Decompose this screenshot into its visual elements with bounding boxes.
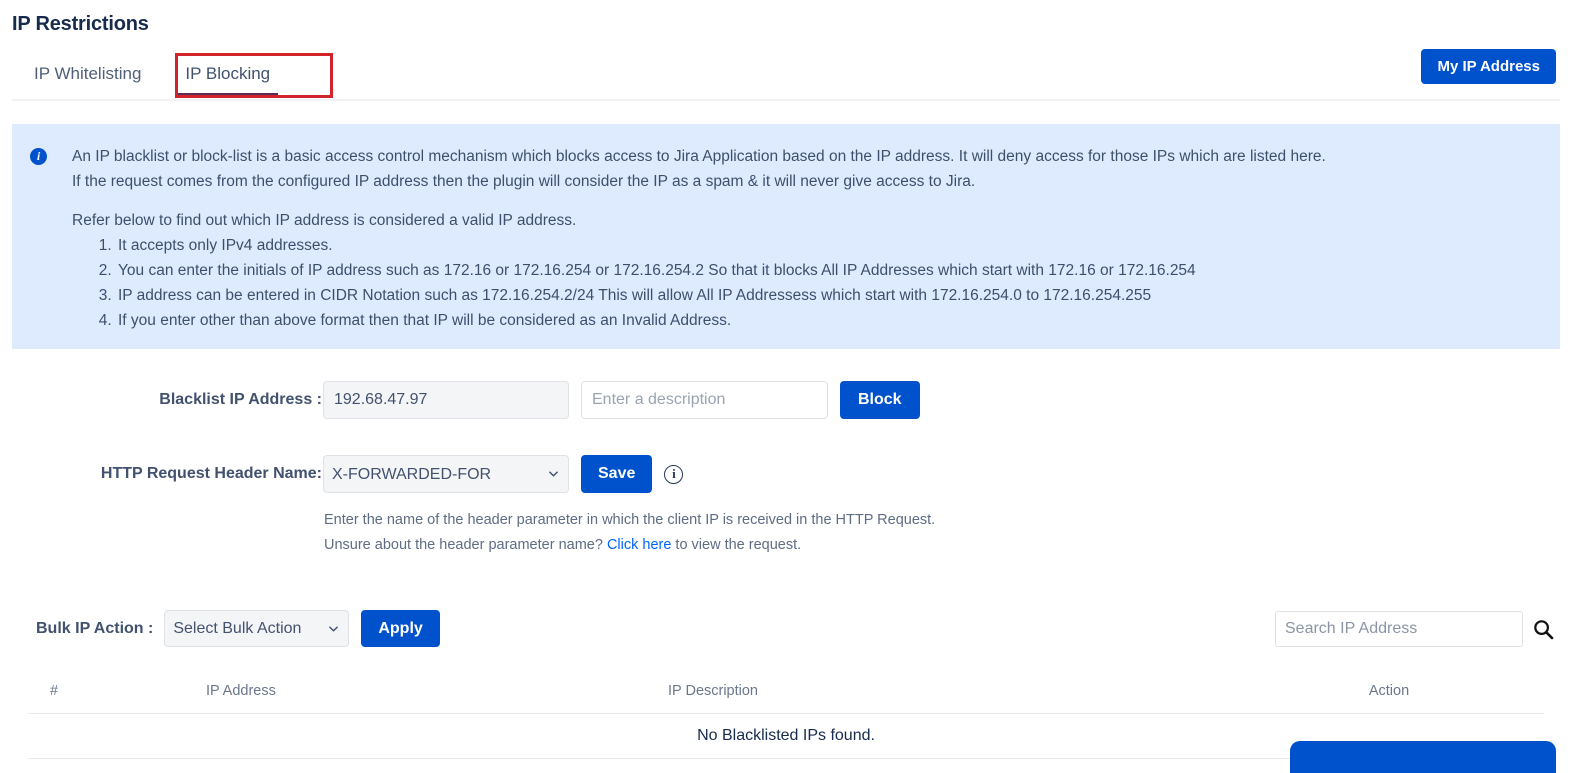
page-title: IP Restrictions <box>12 13 149 35</box>
column-header-action: Action <box>1368 682 1410 699</box>
banner-rule-item: You can enter the initials of IP address… <box>116 258 1542 283</box>
bulk-action-select-wrap: Select Bulk Action <box>164 610 350 647</box>
tab-ip-whitelisting[interactable]: IP Whitelisting <box>12 64 163 96</box>
save-button[interactable]: Save <box>581 455 653 493</box>
banner-paragraph-1-line-1: An IP blacklist or block-list is a basic… <box>72 148 1326 165</box>
ip-restrictions-page: IP Restrictions IP Whitelisting IP Block… <box>0 0 1572 773</box>
banner-rules-list: It accepts only IPv4 addresses. You can … <box>72 233 1542 333</box>
blacklist-ip-row: Blacklist IP Address : Block <box>0 381 920 419</box>
search-button[interactable] <box>1533 619 1554 640</box>
info-circle-icon: i <box>30 148 47 165</box>
blacklist-ip-input[interactable] <box>323 381 569 419</box>
banner-paragraph-1-line-2: If the request comes from the configured… <box>72 173 976 190</box>
search-input[interactable] <box>1275 611 1523 647</box>
helper-line-1: Enter the name of the header parameter i… <box>324 512 936 528</box>
apply-button[interactable]: Apply <box>361 610 440 647</box>
banner-rule-item: It accepts only IPv4 addresses. <box>116 233 1542 258</box>
tab-bar: IP Whitelisting IP Blocking <box>12 56 292 96</box>
helper-line-2: Unsure about the header parameter name? … <box>324 533 935 558</box>
http-header-select[interactable]: X-FORWARDED-FOR <box>323 455 569 493</box>
banner-paragraph-2: Refer below to find out which IP address… <box>72 212 577 229</box>
banner-spacer <box>72 194 1542 208</box>
search-row <box>1275 611 1554 647</box>
blacklist-ip-label: Blacklist IP Address : <box>159 391 322 408</box>
banner-rule-item: IP address can be entered in CIDR Notati… <box>116 283 1542 308</box>
blacklist-description-input[interactable] <box>581 381 828 419</box>
info-banner: An IP blacklist or block-list is a basic… <box>12 124 1560 349</box>
column-header-ip-address: IP Address <box>206 682 276 699</box>
column-header-number: # <box>50 682 59 699</box>
info-outline-icon[interactable]: i <box>664 464 684 484</box>
bulk-action-select[interactable]: Select Bulk Action <box>164 610 350 647</box>
http-header-row: HTTP Request Header Name: X-FORWARDED-FO… <box>0 455 684 493</box>
tab-ip-blocking[interactable]: IP Blocking <box>163 64 292 96</box>
floating-action-button[interactable] <box>1290 741 1556 773</box>
bulk-action-row: Bulk IP Action : Select Bulk Action Appl… <box>36 610 440 647</box>
search-icon <box>1534 619 1554 639</box>
banner-rule-item: If you enter other than above format the… <box>116 308 1542 333</box>
bulk-action-label: Bulk IP Action : <box>36 619 154 637</box>
helper-line-2-before: Unsure about the header parameter name? <box>324 537 607 553</box>
column-header-ip-description: IP Description <box>668 682 758 699</box>
http-header-label: HTTP Request Header Name: <box>100 465 322 482</box>
table-header-row: # IP Address IP Description Action <box>28 668 1544 714</box>
tab-divider <box>12 99 1560 101</box>
http-header-helper-text: Enter the name of the header parameter i… <box>324 508 935 558</box>
helper-line-2-after: to view the request. <box>671 537 802 553</box>
click-here-link[interactable]: Click here <box>607 537 671 553</box>
info-banner-body: An IP blacklist or block-list is a basic… <box>72 144 1542 333</box>
http-header-select-wrap: X-FORWARDED-FOR <box>323 455 569 493</box>
block-button[interactable]: Block <box>840 381 920 419</box>
my-ip-address-button[interactable]: My IP Address <box>1421 49 1556 84</box>
